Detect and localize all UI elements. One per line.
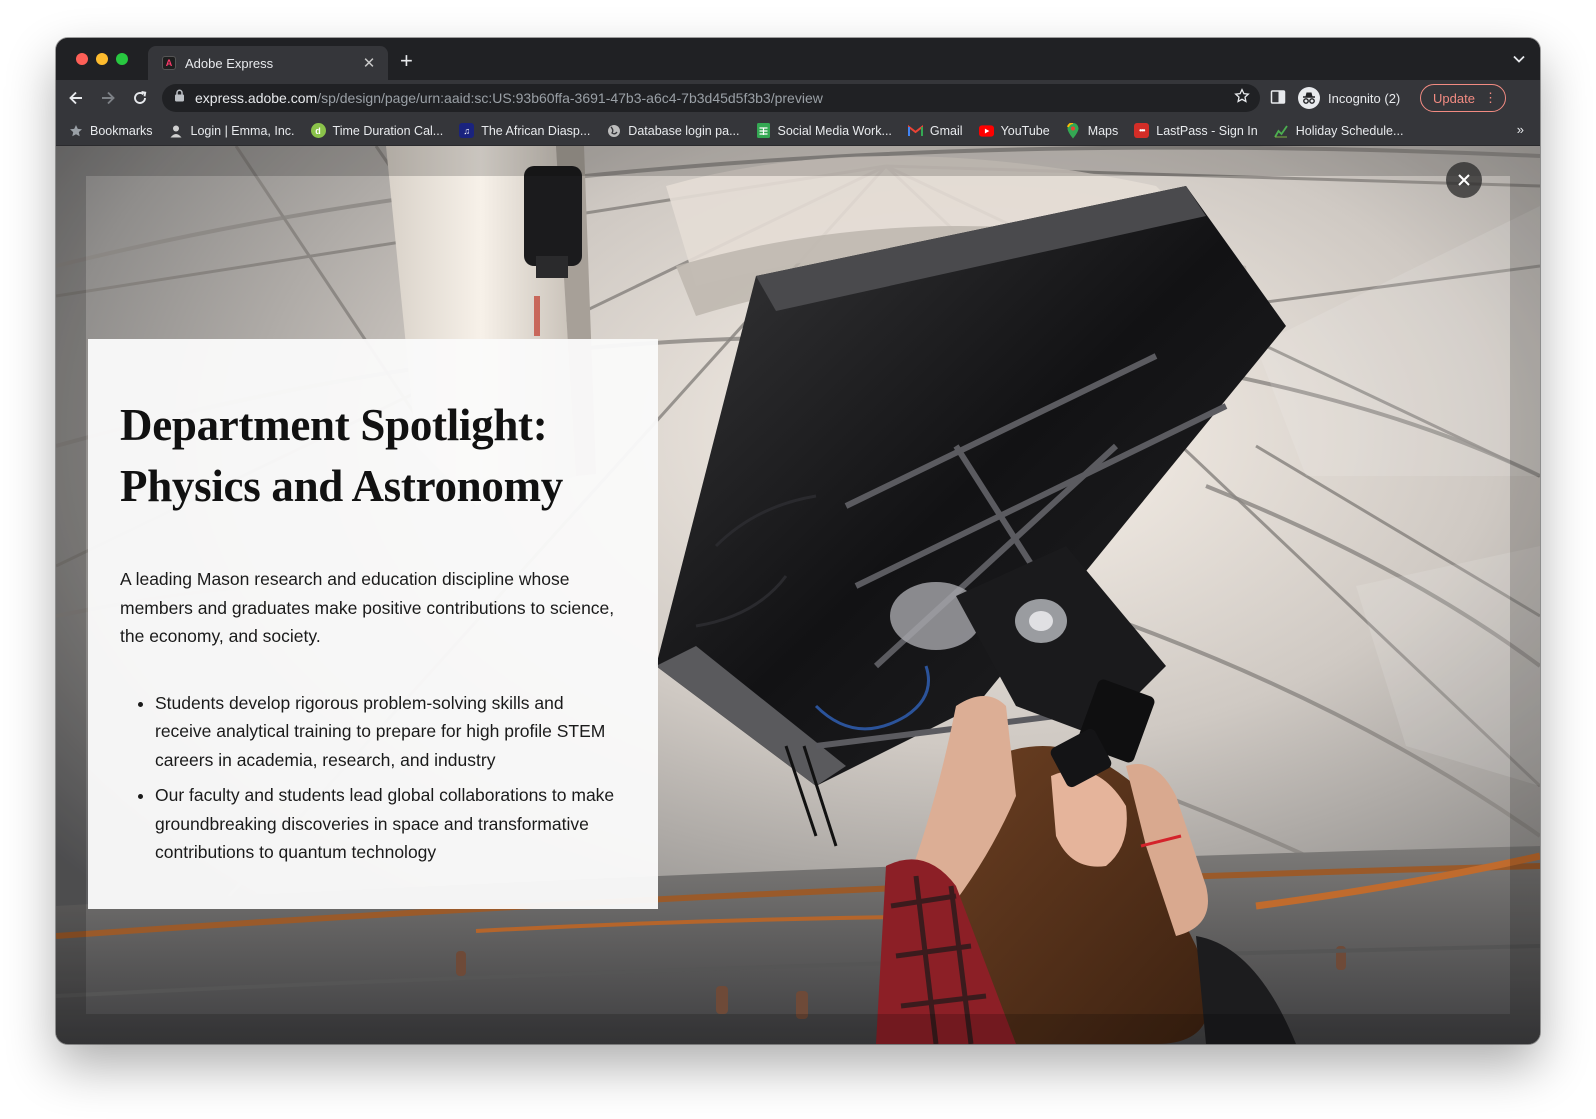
bookmarks-bar: Bookmarks Login | Emma, Inc. d Time Dura… xyxy=(56,116,1540,146)
card-bullet-list: Students develop rigorous problem-solvin… xyxy=(120,689,622,867)
bookmark-label: Social Media Work... xyxy=(777,123,892,138)
bookmark-label: Bookmarks xyxy=(90,123,153,138)
update-label: Update xyxy=(1433,90,1475,106)
bookmark-star-icon[interactable] xyxy=(1234,87,1250,109)
card-title: Department Spotlight: Physics and Astron… xyxy=(120,395,622,517)
update-button[interactable]: Update ⋮ xyxy=(1420,84,1506,112)
list-item: Our faculty and students lead global col… xyxy=(155,781,622,867)
tab-title: Adobe Express xyxy=(185,55,274,71)
url-text: express.adobe.com/sp/design/page/urn:aai… xyxy=(195,90,1234,106)
bookmark-label: YouTube xyxy=(1000,123,1050,138)
incognito-label: Incognito (2) xyxy=(1328,90,1401,106)
window-controls xyxy=(76,53,128,65)
back-arrow-icon[interactable] xyxy=(64,86,88,110)
bookmark-label: LastPass - Sign In xyxy=(1156,123,1258,138)
close-preview-button[interactable] xyxy=(1446,162,1482,198)
card-title-line: Physics and Astronomy xyxy=(120,461,563,511)
new-tab-plus-icon[interactable]: + xyxy=(400,48,413,74)
url-host: express.adobe.com xyxy=(195,90,318,106)
gmail-icon xyxy=(907,123,923,138)
bookmark-item[interactable]: Bookmarks xyxy=(68,123,153,138)
tab-strip: A Adobe Express ✕ + xyxy=(56,38,1540,80)
list-item: Students develop rigorous problem-solvin… xyxy=(155,689,622,775)
card-title-line: Department Spotlight: xyxy=(120,400,548,450)
preview-canvas: Department Spotlight: Physics and Astron… xyxy=(56,146,1540,1044)
close-window-button[interactable] xyxy=(76,53,88,65)
bookmark-label: Gmail xyxy=(929,123,963,138)
sheets-icon xyxy=(756,123,771,138)
music-icon: ♫ xyxy=(459,123,475,138)
tab-adobe-express[interactable]: A Adobe Express ✕ xyxy=(148,46,388,80)
bookmark-item[interactable]: ••• LastPass - Sign In xyxy=(1134,123,1258,138)
incognito-indicator[interactable]: Incognito (2) xyxy=(1296,84,1410,112)
bookmark-item[interactable]: Gmail xyxy=(907,123,963,138)
person-icon xyxy=(169,123,184,138)
bookmark-item[interactable]: ♫ The African Diasp... xyxy=(459,123,590,138)
bookmark-item[interactable]: d Time Duration Cal... xyxy=(310,123,444,138)
star-icon xyxy=(68,123,83,138)
close-icon xyxy=(1458,174,1470,186)
maximize-window-button[interactable] xyxy=(116,53,128,65)
globe-icon xyxy=(606,123,621,138)
tab-search-chevron-icon[interactable] xyxy=(1512,52,1526,71)
minimize-window-button[interactable] xyxy=(96,53,108,65)
bookmark-item[interactable]: Login | Emma, Inc. xyxy=(169,123,295,138)
bookmark-label: The African Diasp... xyxy=(481,123,591,138)
bookmark-item[interactable]: Database login pa... xyxy=(606,123,740,138)
maps-icon xyxy=(1066,122,1081,138)
bookmark-label: Holiday Schedule... xyxy=(1295,123,1404,138)
bookmark-label: Time Duration Cal... xyxy=(332,123,444,138)
browser-toolbar: express.adobe.com/sp/design/page/urn:aai… xyxy=(56,80,1540,116)
more-bookmarks-icon[interactable]: » xyxy=(1517,122,1524,137)
reload-icon[interactable] xyxy=(128,86,152,110)
adobe-express-favicon-icon: A xyxy=(162,56,176,70)
bookmark-item[interactable]: YouTube xyxy=(978,123,1050,138)
menu-kebab-icon: ⋮ xyxy=(1484,90,1497,105)
youtube-icon xyxy=(978,123,994,138)
bookmark-item[interactable]: Social Media Work... xyxy=(756,123,892,138)
chart-icon xyxy=(1274,123,1289,138)
bookmark-item[interactable]: Holiday Schedule... xyxy=(1274,123,1404,138)
lastpass-icon: ••• xyxy=(1134,123,1150,138)
address-bar[interactable]: express.adobe.com/sp/design/page/urn:aai… xyxy=(162,84,1260,112)
bookmark-label: Maps xyxy=(1087,123,1119,138)
bookmark-item[interactable]: Maps xyxy=(1066,122,1119,138)
lock-icon xyxy=(174,89,185,107)
bookmark-label: Database login pa... xyxy=(628,123,740,138)
bookmark-label: Login | Emma, Inc. xyxy=(190,123,295,138)
spotlight-card: Department Spotlight: Physics and Astron… xyxy=(88,339,658,909)
dot-icon: d xyxy=(310,123,326,138)
close-tab-icon[interactable]: ✕ xyxy=(360,54,378,72)
side-panel-icon[interactable] xyxy=(1270,89,1286,110)
forward-arrow-icon[interactable] xyxy=(96,86,120,110)
url-path: /sp/design/page/urn:aaid:sc:US:93b60ffa-… xyxy=(317,90,823,106)
card-intro: A leading Mason research and education d… xyxy=(120,569,615,646)
browser-window: A Adobe Express ✕ + express.adobe.com/sp… xyxy=(56,38,1540,1044)
incognito-icon xyxy=(1298,87,1320,109)
